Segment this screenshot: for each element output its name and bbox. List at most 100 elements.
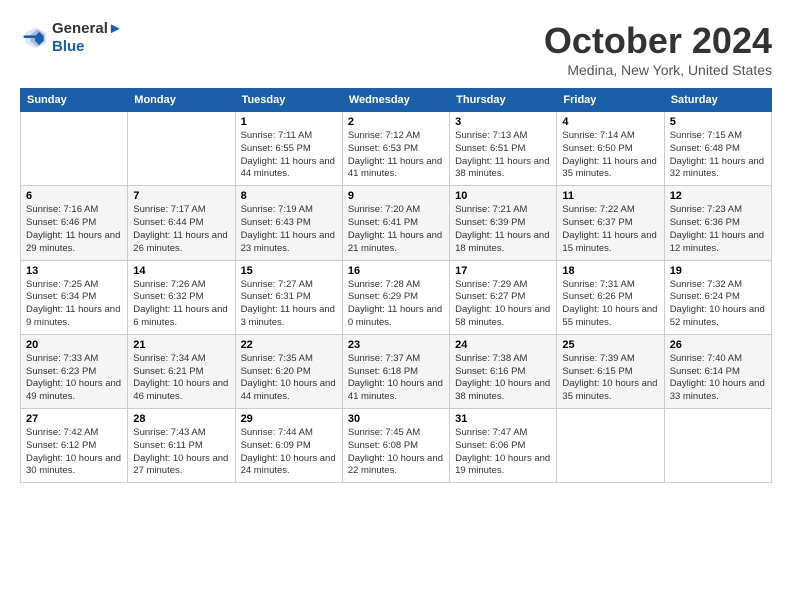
day-info: Sunrise: 7:44 AMSunset: 6:09 PMDaylight:… — [241, 427, 337, 478]
calendar-week-1: 6 Sunrise: 7:16 AMSunset: 6:46 PMDayligh… — [21, 186, 772, 260]
calendar-cell: 8 Sunrise: 7:19 AMSunset: 6:43 PMDayligh… — [235, 186, 342, 260]
day-number: 3 — [455, 116, 551, 128]
day-info: Sunrise: 7:28 AMSunset: 6:29 PMDaylight:… — [348, 279, 444, 330]
calendar-cell: 13 Sunrise: 7:25 AMSunset: 6:34 PMDaylig… — [21, 260, 128, 334]
day-number: 31 — [455, 413, 551, 425]
calendar-cell: 10 Sunrise: 7:21 AMSunset: 6:39 PMDaylig… — [450, 186, 557, 260]
col-saturday: Saturday — [664, 89, 771, 112]
col-monday: Monday — [128, 89, 235, 112]
logo-icon — [20, 24, 48, 52]
calendar-week-3: 20 Sunrise: 7:33 AMSunset: 6:23 PMDaylig… — [21, 334, 772, 408]
day-info: Sunrise: 7:34 AMSunset: 6:21 PMDaylight:… — [133, 353, 229, 404]
calendar-cell: 31 Sunrise: 7:47 AMSunset: 6:06 PMDaylig… — [450, 409, 557, 483]
day-info: Sunrise: 7:15 AMSunset: 6:48 PMDaylight:… — [670, 130, 766, 181]
day-number: 24 — [455, 339, 551, 351]
day-info: Sunrise: 7:20 AMSunset: 6:41 PMDaylight:… — [348, 204, 444, 255]
calendar-cell — [557, 409, 664, 483]
day-number: 5 — [670, 116, 766, 128]
day-info: Sunrise: 7:11 AMSunset: 6:55 PMDaylight:… — [241, 130, 337, 181]
calendar-table: Sunday Monday Tuesday Wednesday Thursday… — [20, 88, 772, 483]
day-info: Sunrise: 7:45 AMSunset: 6:08 PMDaylight:… — [348, 427, 444, 478]
calendar-cell: 26 Sunrise: 7:40 AMSunset: 6:14 PMDaylig… — [664, 334, 771, 408]
day-number: 1 — [241, 116, 337, 128]
day-info: Sunrise: 7:47 AMSunset: 6:06 PMDaylight:… — [455, 427, 551, 478]
calendar-cell: 7 Sunrise: 7:17 AMSunset: 6:44 PMDayligh… — [128, 186, 235, 260]
header: General► Blue October 2024 Medina, New Y… — [20, 20, 772, 78]
day-number: 20 — [26, 339, 122, 351]
calendar-cell: 4 Sunrise: 7:14 AMSunset: 6:50 PMDayligh… — [557, 112, 664, 186]
day-number: 16 — [348, 265, 444, 277]
day-info: Sunrise: 7:21 AMSunset: 6:39 PMDaylight:… — [455, 204, 551, 255]
title-area: October 2024 Medina, New York, United St… — [544, 20, 772, 78]
day-info: Sunrise: 7:19 AMSunset: 6:43 PMDaylight:… — [241, 204, 337, 255]
calendar-cell: 22 Sunrise: 7:35 AMSunset: 6:20 PMDaylig… — [235, 334, 342, 408]
col-wednesday: Wednesday — [342, 89, 449, 112]
calendar-cell — [664, 409, 771, 483]
calendar-cell: 2 Sunrise: 7:12 AMSunset: 6:53 PMDayligh… — [342, 112, 449, 186]
day-info: Sunrise: 7:43 AMSunset: 6:11 PMDaylight:… — [133, 427, 229, 478]
day-info: Sunrise: 7:23 AMSunset: 6:36 PMDaylight:… — [670, 204, 766, 255]
day-number: 8 — [241, 190, 337, 202]
logo: General► Blue — [20, 20, 123, 56]
calendar-cell: 27 Sunrise: 7:42 AMSunset: 6:12 PMDaylig… — [21, 409, 128, 483]
day-info: Sunrise: 7:27 AMSunset: 6:31 PMDaylight:… — [241, 279, 337, 330]
calendar-cell: 25 Sunrise: 7:39 AMSunset: 6:15 PMDaylig… — [557, 334, 664, 408]
day-info: Sunrise: 7:37 AMSunset: 6:18 PMDaylight:… — [348, 353, 444, 404]
day-info: Sunrise: 7:42 AMSunset: 6:12 PMDaylight:… — [26, 427, 122, 478]
day-info: Sunrise: 7:39 AMSunset: 6:15 PMDaylight:… — [562, 353, 658, 404]
day-info: Sunrise: 7:26 AMSunset: 6:32 PMDaylight:… — [133, 279, 229, 330]
day-number: 18 — [562, 265, 658, 277]
day-number: 26 — [670, 339, 766, 351]
calendar-cell: 3 Sunrise: 7:13 AMSunset: 6:51 PMDayligh… — [450, 112, 557, 186]
day-number: 7 — [133, 190, 229, 202]
day-number: 13 — [26, 265, 122, 277]
day-info: Sunrise: 7:40 AMSunset: 6:14 PMDaylight:… — [670, 353, 766, 404]
day-info: Sunrise: 7:16 AMSunset: 6:46 PMDaylight:… — [26, 204, 122, 255]
calendar-cell: 21 Sunrise: 7:34 AMSunset: 6:21 PMDaylig… — [128, 334, 235, 408]
day-info: Sunrise: 7:35 AMSunset: 6:20 PMDaylight:… — [241, 353, 337, 404]
col-thursday: Thursday — [450, 89, 557, 112]
day-number: 25 — [562, 339, 658, 351]
day-number: 12 — [670, 190, 766, 202]
day-number: 22 — [241, 339, 337, 351]
calendar-cell: 14 Sunrise: 7:26 AMSunset: 6:32 PMDaylig… — [128, 260, 235, 334]
day-number: 9 — [348, 190, 444, 202]
day-info: Sunrise: 7:38 AMSunset: 6:16 PMDaylight:… — [455, 353, 551, 404]
day-info: Sunrise: 7:13 AMSunset: 6:51 PMDaylight:… — [455, 130, 551, 181]
day-number: 19 — [670, 265, 766, 277]
col-friday: Friday — [557, 89, 664, 112]
day-number: 15 — [241, 265, 337, 277]
day-info: Sunrise: 7:32 AMSunset: 6:24 PMDaylight:… — [670, 279, 766, 330]
day-info: Sunrise: 7:12 AMSunset: 6:53 PMDaylight:… — [348, 130, 444, 181]
day-number: 30 — [348, 413, 444, 425]
calendar-cell: 28 Sunrise: 7:43 AMSunset: 6:11 PMDaylig… — [128, 409, 235, 483]
calendar-cell: 15 Sunrise: 7:27 AMSunset: 6:31 PMDaylig… — [235, 260, 342, 334]
day-info: Sunrise: 7:25 AMSunset: 6:34 PMDaylight:… — [26, 279, 122, 330]
day-number: 2 — [348, 116, 444, 128]
calendar-cell: 20 Sunrise: 7:33 AMSunset: 6:23 PMDaylig… — [21, 334, 128, 408]
day-number: 11 — [562, 190, 658, 202]
calendar-cell: 19 Sunrise: 7:32 AMSunset: 6:24 PMDaylig… — [664, 260, 771, 334]
calendar-week-0: 1 Sunrise: 7:11 AMSunset: 6:55 PMDayligh… — [21, 112, 772, 186]
day-number: 21 — [133, 339, 229, 351]
calendar-cell: 9 Sunrise: 7:20 AMSunset: 6:41 PMDayligh… — [342, 186, 449, 260]
calendar-week-2: 13 Sunrise: 7:25 AMSunset: 6:34 PMDaylig… — [21, 260, 772, 334]
calendar-cell: 16 Sunrise: 7:28 AMSunset: 6:29 PMDaylig… — [342, 260, 449, 334]
day-number: 27 — [26, 413, 122, 425]
day-info: Sunrise: 7:17 AMSunset: 6:44 PMDaylight:… — [133, 204, 229, 255]
calendar-cell: 17 Sunrise: 7:29 AMSunset: 6:27 PMDaylig… — [450, 260, 557, 334]
day-number: 17 — [455, 265, 551, 277]
day-number: 23 — [348, 339, 444, 351]
logo-text: General► Blue — [52, 20, 123, 56]
col-tuesday: Tuesday — [235, 89, 342, 112]
day-number: 14 — [133, 265, 229, 277]
calendar-cell: 5 Sunrise: 7:15 AMSunset: 6:48 PMDayligh… — [664, 112, 771, 186]
calendar-cell: 23 Sunrise: 7:37 AMSunset: 6:18 PMDaylig… — [342, 334, 449, 408]
day-info: Sunrise: 7:14 AMSunset: 6:50 PMDaylight:… — [562, 130, 658, 181]
day-number: 28 — [133, 413, 229, 425]
day-number: 6 — [26, 190, 122, 202]
calendar-cell: 6 Sunrise: 7:16 AMSunset: 6:46 PMDayligh… — [21, 186, 128, 260]
day-info: Sunrise: 7:31 AMSunset: 6:26 PMDaylight:… — [562, 279, 658, 330]
calendar-cell: 29 Sunrise: 7:44 AMSunset: 6:09 PMDaylig… — [235, 409, 342, 483]
calendar-cell: 12 Sunrise: 7:23 AMSunset: 6:36 PMDaylig… — [664, 186, 771, 260]
